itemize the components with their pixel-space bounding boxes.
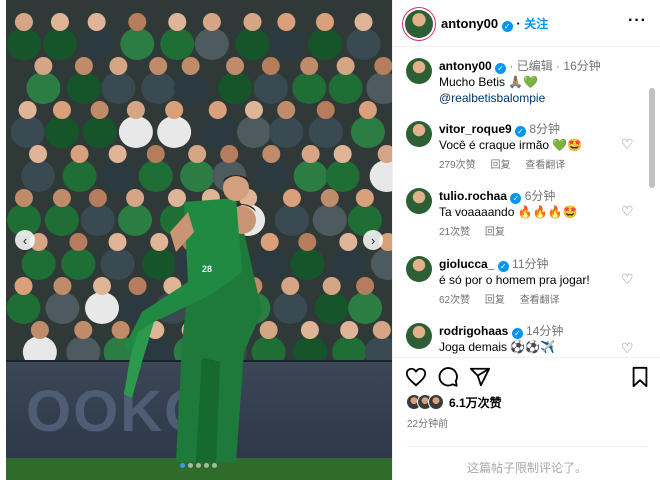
comment-username[interactable]: tulio.rochaa xyxy=(439,189,507,203)
verified-badge-icon: ✓ xyxy=(510,193,522,204)
comment-likes[interactable]: 279次赞 xyxy=(439,160,476,171)
comment-time: 11分钟 xyxy=(512,257,549,271)
commenter-avatar[interactable] xyxy=(406,188,432,214)
see-translation-button[interactable]: 查看翻译 xyxy=(520,295,560,306)
comment-likes[interactable]: 21次赞 xyxy=(439,227,470,238)
comment-like-heart-icon[interactable]: ♡ xyxy=(621,341,635,355)
caption-text: Mucho Betis 🙏🏽💚 xyxy=(439,75,539,89)
verified-badge-icon: ✓ xyxy=(501,21,513,32)
comment-likes[interactable]: 62次赞 xyxy=(439,295,470,306)
author-avatar[interactable] xyxy=(405,10,433,38)
comment-text: Você é craque irmão 💚🤩 xyxy=(439,138,583,152)
comments-scrollbar[interactable] xyxy=(648,48,656,356)
scrollbar-thumb[interactable] xyxy=(649,88,655,188)
verified-badge-icon: ✓ xyxy=(511,328,523,339)
caption-edited: · 已编辑 · xyxy=(509,59,561,73)
carousel-next-button[interactable]: › xyxy=(363,230,383,250)
comment-like-heart-icon[interactable]: ♡ xyxy=(621,204,635,218)
commenter-avatar[interactable] xyxy=(406,121,432,147)
post-sidebar: antony00 ✓ · 关注 ··· antony00 ✓ · 已编辑 · 1… xyxy=(392,0,660,480)
comment-meta: 279次赞 回复 查看翻译 xyxy=(439,158,629,174)
post-actions: 6.1万次赞 22分钟前 这篇帖子限制评论了。 xyxy=(393,357,660,480)
svg-text:28: 28 xyxy=(202,264,212,274)
commenter-avatar[interactable] xyxy=(406,323,432,349)
likes-row: 6.1万次赞 xyxy=(406,393,502,411)
heart-icon[interactable] xyxy=(405,366,427,388)
more-options-button[interactable]: ··· xyxy=(628,12,647,30)
comment-time: 14分钟 xyxy=(526,324,564,338)
caption-username[interactable]: antony00 xyxy=(439,59,492,73)
carousel-dot[interactable] xyxy=(188,463,193,468)
comment-like-heart-icon[interactable]: ♡ xyxy=(621,272,635,286)
verified-badge-icon: ✓ xyxy=(515,126,527,137)
reply-button[interactable]: 回复 xyxy=(490,160,510,171)
caption-avatar[interactable] xyxy=(406,58,432,84)
commenter-avatar[interactable] xyxy=(406,256,432,282)
carousel-dot[interactable] xyxy=(204,463,209,468)
author-line: antony00 ✓ · 关注 xyxy=(441,16,549,32)
comment-icon[interactable] xyxy=(437,366,459,388)
post-photo[interactable]: OOKG 28 ‹ › xyxy=(6,0,392,480)
comments-limited-notice: 这篇帖子限制评论了。 xyxy=(466,461,587,475)
divider xyxy=(407,446,647,447)
share-icon[interactable] xyxy=(469,366,491,388)
author-username[interactable]: antony00 xyxy=(441,16,498,31)
comment-username[interactable]: rodrigohaas xyxy=(439,324,508,338)
bookmark-icon[interactable] xyxy=(629,366,651,388)
comment-username[interactable]: giolucca_ xyxy=(439,257,494,271)
players-celebrating: 28 xyxy=(124,175,262,462)
comment-text: é só por o homem pra jogar! xyxy=(439,273,590,287)
carousel-dots xyxy=(180,463,217,468)
comment-meta: 62次赞 回复 查看翻译 xyxy=(439,293,629,309)
likes-count[interactable]: 6.1万次赞 xyxy=(449,394,502,411)
post-header: antony00 ✓ · 关注 ··· xyxy=(393,0,660,47)
verified-badge-icon: ✓ xyxy=(497,261,509,272)
posted-time[interactable]: 22分钟前 xyxy=(407,415,448,430)
liker-avatar xyxy=(428,394,444,410)
see-translation-button[interactable]: 查看翻译 xyxy=(525,160,565,171)
reply-button[interactable]: 回复 xyxy=(485,227,505,238)
carousel-dot[interactable] xyxy=(212,463,217,468)
carousel-dot[interactable] xyxy=(180,463,185,468)
comments-list: antony00 ✓ · 已编辑 · 16分钟 Mucho Betis 🙏🏽💚 … xyxy=(393,48,660,356)
comment-username[interactable]: vitor_roque9 xyxy=(439,122,512,136)
comment-meta: 21次赞 回复 xyxy=(439,225,629,241)
verified-badge-icon: ✓ xyxy=(495,63,507,74)
reply-button[interactable]: 回复 xyxy=(485,295,505,306)
comment-like-heart-icon[interactable]: ♡ xyxy=(621,137,635,151)
caption-mention-link[interactable]: @realbetisbalompie xyxy=(439,90,629,106)
carousel-dot[interactable] xyxy=(196,463,201,468)
comment-time: 8分钟 xyxy=(529,122,561,136)
comment-text: Joga demais ⚽⚽✈️ xyxy=(439,340,556,354)
carousel-prev-button[interactable]: ‹ xyxy=(15,230,35,250)
follow-button[interactable]: 关注 xyxy=(524,17,548,31)
comment-time: 6分钟 xyxy=(524,189,556,203)
caption-time: 16分钟 xyxy=(563,59,601,73)
comment-text: Ta voaaaando 🔥🔥🔥🤩 xyxy=(439,205,578,219)
